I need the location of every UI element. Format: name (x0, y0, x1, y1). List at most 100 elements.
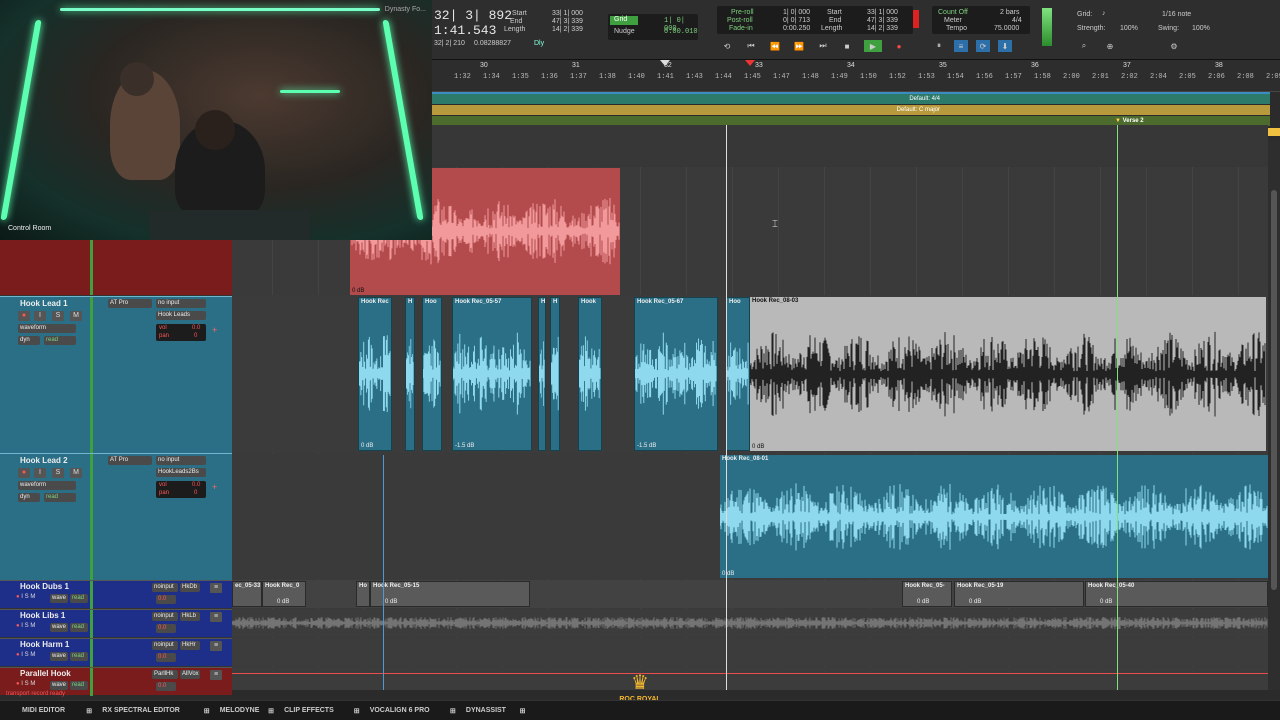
audio-clip-hook-rec-08-03[interactable]: Hook Rec_08-03 0 dB (750, 297, 1266, 451)
track-header-small[interactable]: Hook Harm 1 ● I S M wave read noinput Hk… (0, 638, 232, 667)
input-selector[interactable]: no input (156, 299, 206, 308)
insert-slot[interactable]: AT Pro (108, 299, 152, 308)
read-selector[interactable]: read (44, 336, 76, 345)
output-selector[interactable]: HookLeads2Bs (156, 468, 206, 477)
stop-icon[interactable]: ■ (840, 40, 854, 52)
marker-flag-icon[interactable] (1268, 128, 1280, 136)
punch-icon[interactable]: ⬇ (998, 40, 1012, 52)
read-selector[interactable]: read (70, 623, 88, 632)
zoom-in-icon[interactable]: ⊕ (1103, 40, 1117, 52)
plugin-tab[interactable]: RX SPECTRAL EDITOR (102, 707, 180, 714)
track-buttons[interactable]: ● I S M (16, 623, 35, 629)
view-selector[interactable]: wave (50, 652, 68, 661)
solo-button[interactable]: S (25, 623, 29, 629)
vertical-scrollbar[interactable] (1268, 140, 1280, 690)
audio-clip-hook-lead-1[interactable]: Hoo (726, 297, 750, 451)
countoff-label[interactable]: Count Off (938, 9, 968, 16)
zoom-icon[interactable]: ⌕ (1077, 40, 1091, 52)
meter-ruler[interactable]: Default: 4/4 (432, 94, 1270, 104)
add-icon[interactable]: + (212, 482, 217, 492)
grid-button[interactable]: Grid (610, 16, 638, 25)
mute-button[interactable]: M (30, 681, 35, 687)
view-selector[interactable]: waveform (18, 324, 76, 333)
playhead-marker-icon[interactable] (660, 60, 670, 66)
tempo-value[interactable]: 75.0000 (994, 25, 1019, 32)
loop-icon[interactable]: ⟳ (976, 40, 990, 52)
mute-button[interactable]: M (70, 468, 82, 478)
grid-right-value[interactable]: 1/16 note (1162, 11, 1191, 18)
length-value[interactable]: 14| 2| 339 (552, 26, 583, 33)
pan-value[interactable]: 0 (194, 490, 197, 496)
mute-button[interactable]: M (30, 652, 35, 658)
audio-clip-hook-dubs[interactable]: Hook Rec_05- 0 dB (902, 581, 952, 607)
track-menu-icon[interactable]: ≡ (210, 583, 222, 593)
postroll-label[interactable]: Post-roll (727, 17, 753, 24)
plugin-tab[interactable]: CLIP EFFECTS (284, 707, 334, 714)
track-header-small[interactable]: Hook Dubs 1 ● I S M wave read noinput Hk… (0, 580, 232, 609)
read-selector[interactable]: read (44, 493, 76, 502)
meter-value[interactable]: 4/4 (1012, 17, 1022, 24)
vol-value[interactable]: 0.0 (156, 653, 176, 662)
solo-button[interactable]: S (25, 652, 29, 658)
fadein-label[interactable]: Fade-in (729, 25, 753, 32)
swing-value[interactable]: 100% (1192, 25, 1210, 32)
record-arm-button[interactable]: ● (16, 681, 20, 687)
read-selector[interactable]: read (70, 652, 88, 661)
postroll-value[interactable]: 0| 0| 713 (783, 17, 810, 24)
read-selector[interactable]: read (70, 681, 88, 690)
audio-clip-hook-lead-1[interactable]: Hook Rec_05-67 -1.5 dB (634, 297, 718, 451)
track-name[interactable]: Parallel Hook (20, 669, 71, 678)
record-arm-button[interactable]: ● (16, 623, 20, 629)
vol-value[interactable]: 0.0 (192, 482, 200, 488)
rewind-icon[interactable]: ⏪ (768, 40, 782, 52)
track-name[interactable]: Hook Lead 2 (20, 456, 68, 465)
track-name[interactable]: Hook Lead 1 (20, 299, 68, 308)
nudge-value[interactable]: 0:00.010 (664, 28, 698, 36)
automation-selector[interactable]: dyn (18, 493, 40, 502)
automation-selector[interactable]: dyn (18, 336, 40, 345)
view-selector[interactable]: waveform (18, 481, 76, 490)
dly-label[interactable]: Dly (534, 40, 544, 47)
audio-clip-hook-dubs[interactable]: Hook Rec_05-19 0 dB (954, 581, 1084, 607)
record-icon[interactable]: ● (892, 40, 906, 52)
input-selector[interactable]: noinput (152, 583, 178, 592)
solo-button[interactable]: S (25, 594, 29, 600)
view-selector[interactable]: wave (50, 623, 68, 632)
vol-value[interactable]: 0.0 (156, 595, 176, 604)
track-menu-icon[interactable]: ≡ (210, 670, 222, 680)
timeline-ruler[interactable]: 30 31 32 33 34 35 36 37 38 1:32 1:34 1:35 1:36 1:37 1… (432, 60, 1280, 92)
play-icon[interactable]: ▶ (864, 40, 882, 52)
solo-button[interactable]: S (52, 311, 64, 321)
go-to-end-icon[interactable]: ⏭ (816, 40, 830, 52)
vol-value[interactable]: 0.0 (192, 325, 200, 331)
length2-value[interactable]: 14| 2| 339 (867, 25, 898, 32)
audio-clip-hook-lead-1[interactable]: Hook Rec 0 dB (358, 297, 392, 451)
track-menu-icon[interactable]: ≡ (210, 641, 222, 651)
input-monitor-button[interactable]: I (34, 468, 46, 478)
mute-button[interactable]: M (30, 594, 35, 600)
audio-clip-hook-lead-1[interactable]: H (550, 297, 560, 451)
plugin-tab[interactable]: MIDI EDITOR (22, 707, 65, 714)
view-selector[interactable]: wave (50, 594, 68, 603)
audio-clip-hook-dubs[interactable]: Hook Rec_05-40 0 dB (1085, 581, 1268, 607)
record-arm-button[interactable]: ● (18, 468, 30, 478)
plugin-tab[interactable]: VOCALIGN 6 PRO (370, 707, 430, 714)
audio-clip-hook-lead-1[interactable]: Hook (578, 297, 602, 451)
audio-clip-hook-dubs[interactable]: Hook Rec_0 0 dB (262, 581, 306, 607)
audio-clip-hook-dubs[interactable]: ec_05-33 (232, 581, 262, 607)
audio-clip-hook-rec-08-01[interactable]: Hook Rec_08-01 0 dB (720, 455, 1268, 578)
solo-button[interactable]: S (25, 681, 29, 687)
insert-slot[interactable]: AT Pro (108, 456, 152, 465)
record-arm-button[interactable]: ● (18, 311, 30, 321)
input-selector[interactable]: no input (156, 456, 206, 465)
mute-button[interactable]: M (30, 623, 35, 629)
track-name[interactable]: Hook Libs 1 (20, 611, 65, 620)
audio-clip-hook-dubs[interactable]: Ho (356, 581, 370, 607)
strength-value[interactable]: 100% (1120, 25, 1138, 32)
input-monitor-button[interactable]: I (21, 594, 23, 600)
record-arm-button[interactable]: ● (16, 652, 20, 658)
track-header-hook-lead-1[interactable]: Hook Lead 1 ● I S M waveform dyn read AT… (0, 296, 232, 454)
audio-clip-hook-lead-1[interactable]: Hoo (422, 297, 442, 451)
online-icon[interactable]: ⟲ (720, 40, 734, 52)
audio-clip-hook-dubs[interactable]: Hook Rec_05-15 0 dB (370, 581, 530, 607)
